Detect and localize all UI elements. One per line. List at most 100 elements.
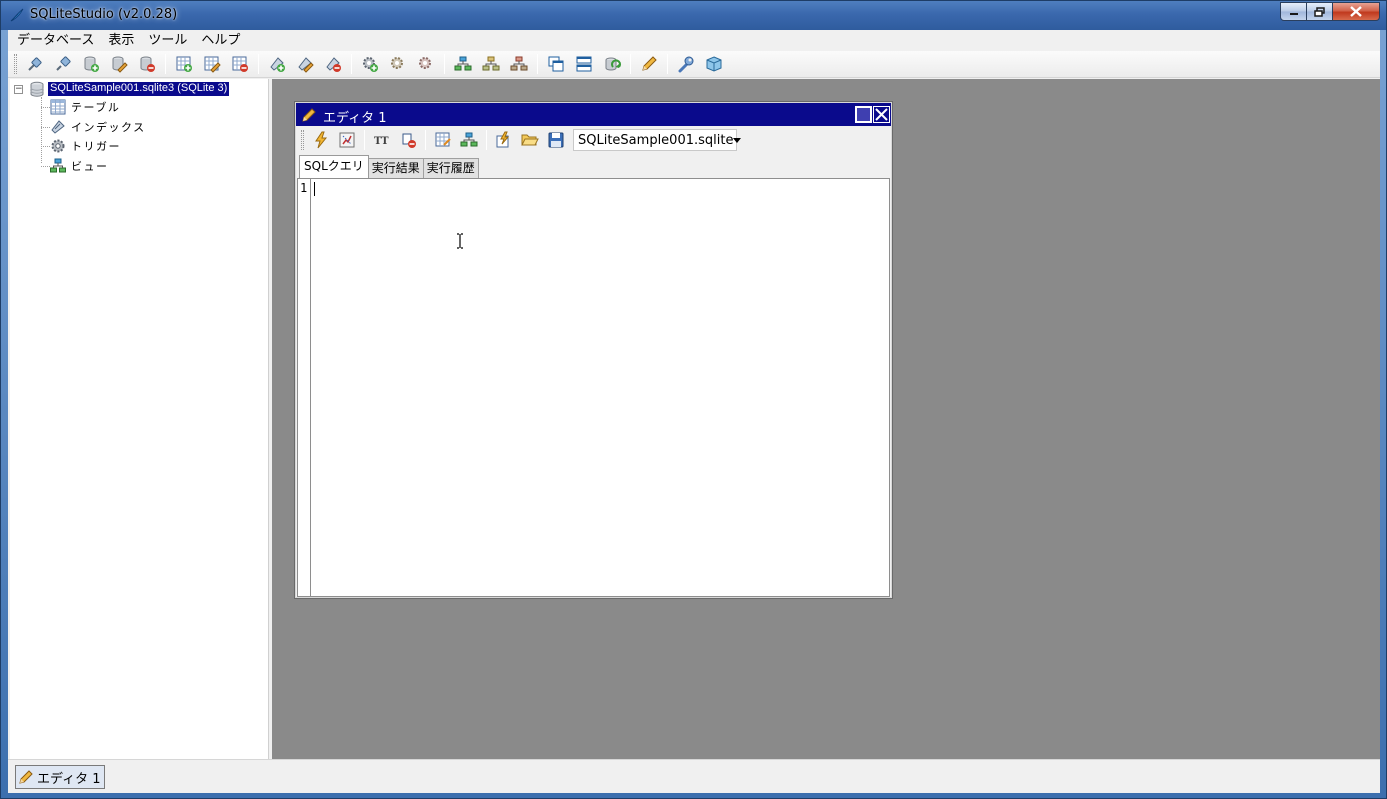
plugins-button[interactable] (702, 53, 726, 75)
tree-root[interactable]: − SQLiteSample001.sqlite3 (SQLite 3) (14, 81, 230, 97)
menu-help[interactable]: ヘルプ (194, 30, 247, 51)
cascade-windows-icon (548, 56, 564, 72)
delete-view-button[interactable] (507, 53, 531, 75)
load-sql-button[interactable] (492, 129, 516, 151)
cube-icon (706, 56, 722, 72)
taskbar-editor-button[interactable]: エディタ 1 (15, 765, 105, 789)
pencil-icon (642, 56, 657, 71)
svg-text:TT: TT (374, 136, 389, 147)
refresh-icon (605, 57, 621, 71)
export-results-button[interactable] (431, 129, 455, 151)
cascade-windows-button[interactable] (544, 53, 568, 75)
edit-trigger-icon (391, 57, 403, 69)
database-tree: − SQLiteSample001.sqlite3 (SQLite 3) テーブ… (10, 79, 269, 759)
add-db-button[interactable] (79, 53, 103, 75)
ibeam-cursor-icon (457, 233, 463, 249)
toolbar-separator (425, 130, 426, 150)
new-table-button[interactable] (172, 53, 196, 75)
explain-query-button[interactable] (335, 129, 359, 151)
refresh-button[interactable] (600, 53, 624, 75)
tab-history[interactable]: 実行履歴 (422, 158, 479, 178)
close-button[interactable] (1333, 2, 1380, 21)
edit-trigger-button[interactable] (386, 53, 410, 75)
gear-icon (51, 139, 65, 153)
edit-index-button[interactable] (293, 53, 317, 75)
editor-maximize-button[interactable] (855, 106, 872, 123)
editor-title: エディタ 1 (323, 111, 387, 126)
tree-item-triggers[interactable]: トリガー (50, 137, 121, 155)
delete-index-button[interactable] (321, 53, 345, 75)
sql-editor[interactable]: 1 (297, 178, 890, 597)
text-format-icon: TT (374, 136, 389, 147)
format-sql-button[interactable]: TT (370, 129, 394, 151)
toolbar-separator (258, 54, 259, 74)
new-view-button[interactable] (451, 53, 475, 75)
edit-index-icon (298, 57, 314, 73)
menu-database[interactable]: データベース (10, 30, 101, 51)
settings-button[interactable] (674, 53, 698, 75)
tree-item-tables[interactable]: テーブル (50, 98, 120, 116)
collapse-icon[interactable]: − (14, 84, 23, 94)
tree-item-label: テーブル (71, 101, 121, 114)
delete-index-icon (326, 57, 341, 72)
save-button[interactable] (544, 129, 568, 151)
tree-connector (41, 166, 50, 167)
delete-trigger-button[interactable] (414, 53, 438, 75)
new-trigger-button[interactable] (358, 53, 382, 75)
menu-view[interactable]: 表示 (101, 30, 141, 51)
execute-query-button[interactable] (309, 129, 333, 151)
maximize-button[interactable] (1307, 2, 1333, 21)
edit-view-button[interactable] (479, 53, 503, 75)
open-editor-button[interactable] (637, 53, 661, 75)
tree-item-views[interactable]: ビュー (50, 157, 109, 175)
new-index-button[interactable] (265, 53, 289, 75)
close-icon (1350, 6, 1362, 17)
database-select[interactable]: SQLiteSample001.sqlite (573, 129, 742, 151)
database-select-value: SQLiteSample001.sqlite (578, 132, 734, 148)
restore-icon (1313, 6, 1325, 17)
menu-tools[interactable]: ツール (141, 30, 194, 51)
load-sql-icon (496, 131, 510, 148)
toolbar-separator (630, 54, 631, 74)
minimize-button[interactable] (1280, 2, 1307, 21)
add-db-icon (84, 56, 99, 72)
text-caret (314, 182, 315, 196)
connect-db-button[interactable] (23, 53, 47, 75)
close-icon (875, 108, 888, 121)
disconnect-db-icon (56, 56, 71, 71)
editor-title-bar[interactable]: エディタ 1 (296, 103, 891, 126)
tree-structure-icon (460, 132, 478, 147)
history-button[interactable] (457, 129, 481, 151)
edit-table-button[interactable] (200, 53, 224, 75)
minimize-icon (1289, 12, 1298, 15)
client-area: データベース 表示 ツール ヘルプ − SQLiteSample001.sqli… (8, 30, 1380, 793)
open-folder-button[interactable] (518, 129, 542, 151)
disconnect-db-button[interactable] (51, 53, 75, 75)
remove-db-button[interactable] (135, 53, 159, 75)
clear-editor-button[interactable] (396, 129, 420, 151)
connect-db-icon (28, 57, 42, 71)
tab-sql-query[interactable]: SQLクエリ (299, 155, 369, 178)
tree-connector (41, 107, 50, 108)
tile-windows-button[interactable] (572, 53, 596, 75)
toolbar-separator (364, 130, 365, 150)
tab-results[interactable]: 実行結果 (367, 158, 424, 178)
window-title: SQLiteStudio (v2.0.28) (30, 7, 178, 22)
delete-table-button[interactable] (228, 53, 252, 75)
toolbar-grip[interactable] (14, 54, 17, 74)
toolbar-separator (667, 54, 668, 74)
tree-root-label[interactable]: SQLiteSample001.sqlite3 (SQLite 3) (48, 82, 230, 96)
edit-db-button[interactable] (107, 53, 131, 75)
new-trigger-icon (363, 57, 378, 72)
app-window: SQLiteStudio (v2.0.28) データベース 表示 ツール ヘルプ (0, 0, 1387, 799)
toolbar-separator (537, 54, 538, 74)
title-bar[interactable]: SQLiteStudio (v2.0.28) (1, 1, 1386, 30)
chevron-down-icon (733, 137, 742, 143)
delete-view-icon (510, 56, 528, 71)
toolbar-grip[interactable] (301, 130, 304, 150)
main-toolbar (8, 51, 1380, 78)
new-view-icon (454, 56, 472, 71)
tree-item-indexes[interactable]: インデックス (50, 118, 146, 136)
mdi-workspace: エディタ 1 TT SQLiteSample001.sqlite SQLクエリ … (272, 79, 1380, 759)
editor-close-button[interactable] (873, 106, 890, 123)
